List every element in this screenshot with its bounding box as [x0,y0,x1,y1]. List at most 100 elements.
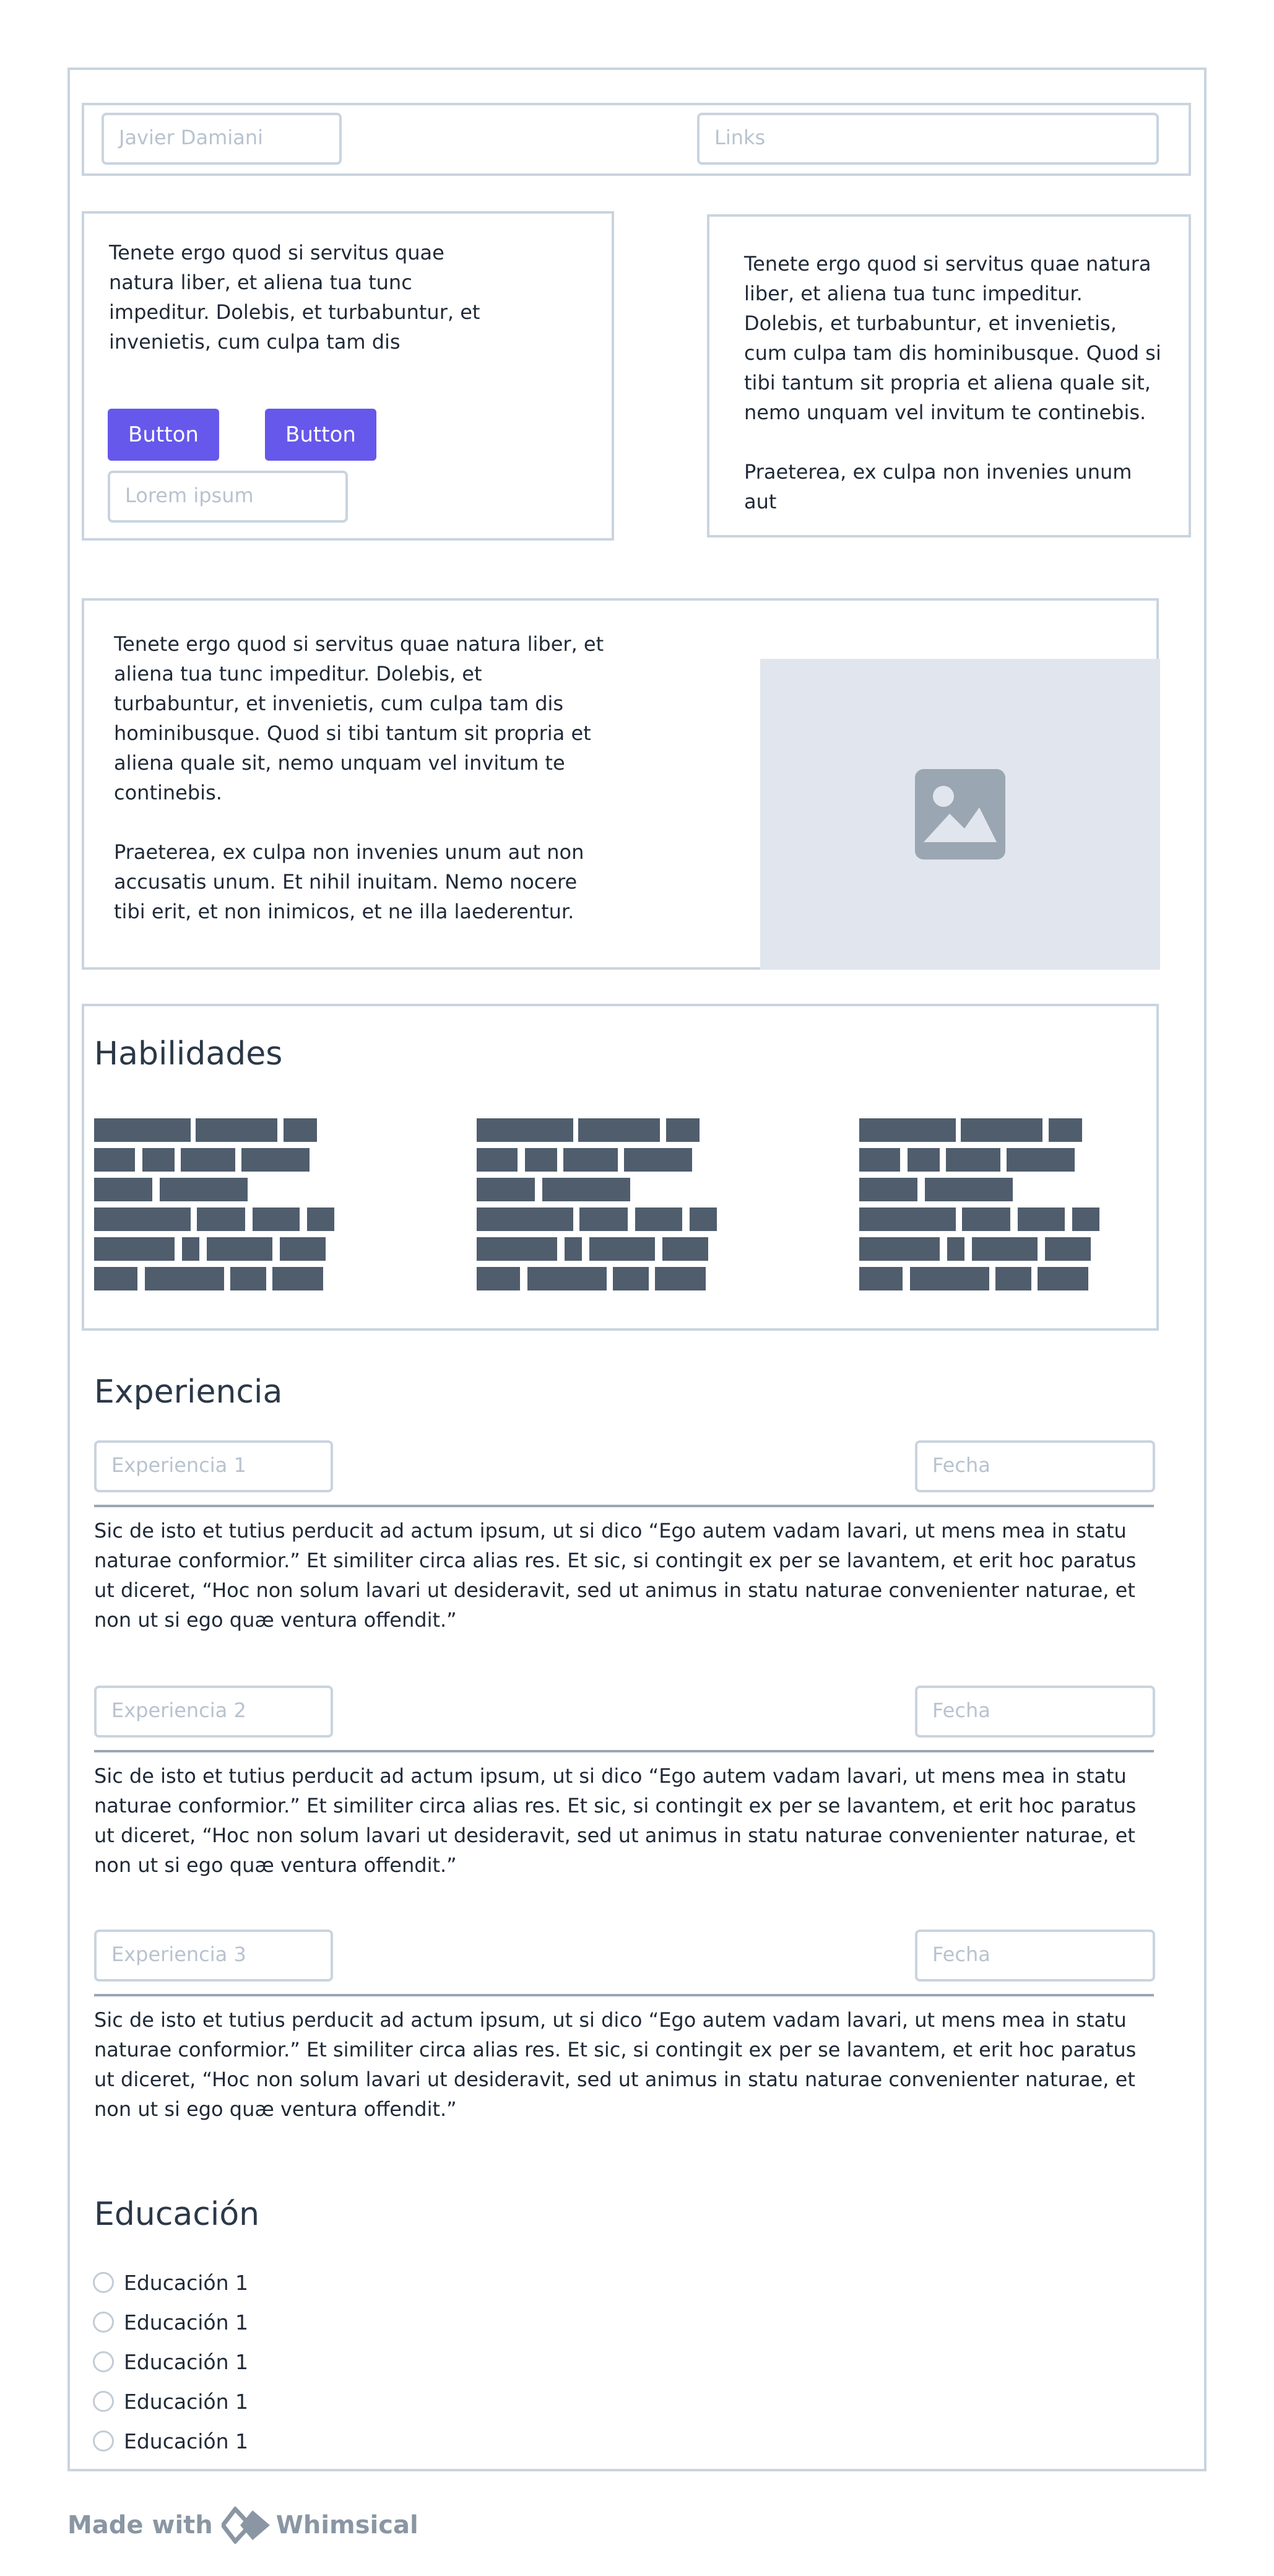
skill-bar [182,1237,199,1261]
education-option-2[interactable]: Educación 1 [93,2307,464,2337]
skill-bar [94,1237,175,1261]
skill-bar [910,1267,989,1290]
experience-name-field-2[interactable]: Experiencia 2 [94,1686,333,1738]
skill-bar [94,1148,135,1172]
skill-bar [280,1237,326,1261]
skill-bar [160,1178,248,1201]
skill-bar [962,1208,1010,1231]
experience-divider-1 [94,1505,1154,1507]
skill-bar [859,1208,956,1231]
radio-button-5[interactable] [93,2430,114,2452]
education-label-3: Educación 1 [124,2349,248,2374]
education-label-5: Educación 1 [124,2429,248,2453]
primary-button-2[interactable]: Button [265,409,376,461]
skill-bar [1018,1208,1065,1231]
skill-bar [578,1118,660,1142]
skill-column-1 [94,1118,342,1292]
skill-bar [666,1118,700,1142]
skill-bar [142,1148,175,1172]
skill-bar [565,1237,582,1261]
skill-bar [284,1118,317,1142]
skill-bar [859,1178,917,1201]
image-placeholder-icon [915,769,1005,859]
radio-button-1[interactable] [93,2272,114,2293]
skill-column-3 [859,1118,1107,1292]
experience-divider-2 [94,1750,1154,1752]
skills-title: Habilidades [94,1035,283,1073]
education-list: Educación 1 Educación 1 Educación 1 Educ… [93,2268,464,2456]
primary-button-1[interactable]: Button [108,409,219,461]
experience-date-field-2[interactable]: Fecha [915,1686,1155,1738]
skill-bar [253,1208,300,1231]
skill-bar [995,1267,1031,1290]
skill-bar [525,1148,557,1172]
skill-bar [690,1208,717,1231]
education-option-4[interactable]: Educación 1 [93,2387,464,2416]
skill-bar [947,1237,964,1261]
skill-bar [477,1267,520,1290]
skill-bar [972,1237,1038,1261]
skill-bar [230,1267,266,1290]
experience-text-3: Sic de isto et tutius perducit ad actum … [94,2008,1137,2121]
skill-bar [859,1118,956,1142]
skill-bar [477,1148,518,1172]
made-with-label: Made with [67,2511,213,2539]
skill-bar [94,1267,137,1290]
skill-bar [1072,1208,1099,1231]
skill-bar [197,1208,245,1231]
skill-bar [579,1208,628,1231]
skill-bar [477,1208,573,1231]
skill-bar [1007,1148,1075,1172]
skill-bar [589,1237,655,1261]
skill-bar [527,1267,607,1290]
skill-bar [477,1237,557,1261]
experience-title: Experiencia [94,1373,283,1411]
about-image [760,659,1160,970]
skill-bar [94,1118,191,1142]
skill-bar [859,1148,900,1172]
skill-bar [613,1267,649,1290]
experience-name-field-1[interactable]: Experiencia 1 [94,1440,333,1492]
about-text: Tenete ergo quod si servitus quae natura… [114,632,604,923]
experience-text-2: Sic de isto et tutius perducit ad actum … [94,1764,1137,1877]
skill-bar [655,1267,706,1290]
experience-date-field-1[interactable]: Fecha [915,1440,1155,1492]
radio-button-4[interactable] [93,2391,114,2412]
skill-bar [477,1178,535,1201]
radio-button-2[interactable] [93,2312,114,2333]
skill-bar [94,1178,152,1201]
experience-name-field-3[interactable]: Experiencia 3 [94,1930,333,1982]
education-label-4: Educación 1 [124,2389,248,2414]
education-label-1: Educación 1 [124,2270,248,2295]
education-label-2: Educación 1 [124,2310,248,2334]
skill-bar [635,1208,682,1231]
made-with-whimsical[interactable]: Made with Whimsical [67,2505,418,2545]
skill-bar [1045,1237,1091,1261]
skill-bar [961,1118,1042,1142]
experience-date-field-3[interactable]: Fecha [915,1930,1155,1982]
skill-bar [563,1148,618,1172]
skill-bar [477,1118,573,1142]
skill-bar [181,1148,235,1172]
education-option-3[interactable]: Educación 1 [93,2347,464,2377]
education-title: Educación [94,2196,260,2233]
skill-bar [94,1208,191,1231]
experience-text-1: Sic de isto et tutius perducit ad actum … [94,1519,1137,1632]
skill-bar [946,1148,1000,1172]
skill-bar [859,1237,940,1261]
intro-left-text: Tenete ergo quod si servitus quae natura… [109,241,480,354]
name-field[interactable]: Javier Damiani [102,113,342,165]
whimsical-brand-label: Whimsical [275,2511,418,2539]
links-field[interactable]: Links [697,113,1159,165]
education-option-1[interactable]: Educación 1 [93,2268,464,2297]
skill-bar [207,1237,272,1261]
skill-bar [624,1148,692,1172]
radio-button-3[interactable] [93,2351,114,2372]
skill-bar [307,1208,334,1231]
whimsical-logo-icon [221,2507,270,2544]
skill-bar [908,1148,940,1172]
education-option-5[interactable]: Educación 1 [93,2426,464,2456]
skill-bar [542,1178,630,1201]
skill-bar [196,1118,277,1142]
lorem-ipsum-field[interactable]: Lorem ipsum [108,471,348,523]
